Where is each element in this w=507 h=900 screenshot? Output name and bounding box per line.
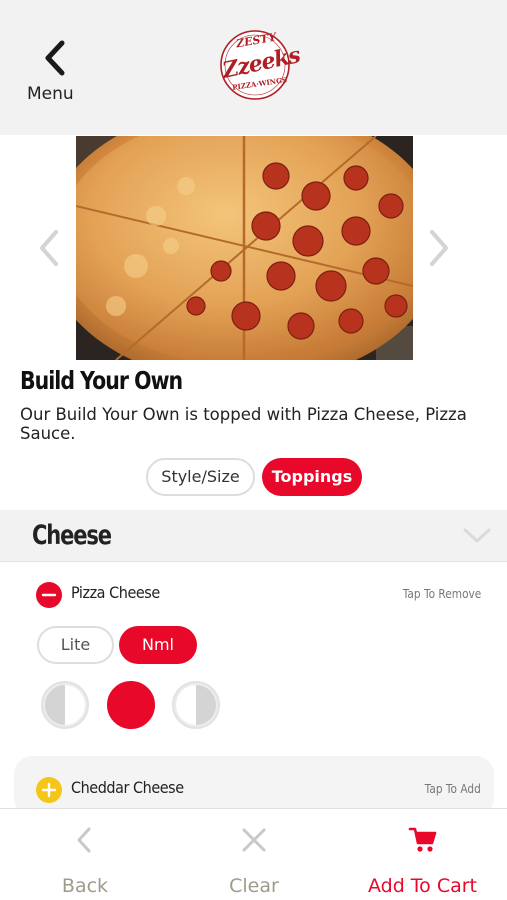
topping-row-pizza-cheese: Pizza Cheese Tap To Remove <box>0 571 507 617</box>
image-prev-button[interactable] <box>34 226 64 270</box>
tab-toppings[interactable]: Toppings <box>262 458 362 496</box>
topping-name: Cheddar Cheese <box>71 778 184 797</box>
product-image <box>76 136 413 360</box>
add-topping-button[interactable] <box>36 777 62 803</box>
chevron-down-icon <box>463 528 491 543</box>
plus-circle-icon <box>41 782 57 798</box>
topping-name: Pizza Cheese <box>71 583 160 602</box>
amount-lite-button[interactable]: Lite <box>37 626 114 664</box>
minus-circle-icon <box>41 593 57 597</box>
remove-topping-button[interactable] <box>36 582 62 608</box>
section-title: Cheese <box>32 520 112 551</box>
header: Menu ZESTY Zzeeks PIZZA·WINGS <box>0 0 507 135</box>
clear-button[interactable]: Clear <box>170 809 338 900</box>
portion-whole-button[interactable] <box>107 681 155 729</box>
back-to-menu-label: Menu <box>27 84 74 104</box>
portion-right-half-button[interactable] <box>172 681 220 729</box>
amount-normal-button[interactable]: Nml <box>119 626 197 664</box>
cart-icon <box>408 827 436 852</box>
screen: Menu ZESTY Zzeeks PIZZA·WINGS Build Your… <box>0 0 507 900</box>
back-button[interactable]: Back <box>0 809 170 900</box>
tap-to-remove-link[interactable]: Tap To Remove <box>402 587 481 601</box>
add-to-cart-button[interactable]: Add To Cart <box>338 809 507 900</box>
chevron-left-icon <box>77 827 91 853</box>
product-title: Build Your Own <box>20 366 183 395</box>
close-icon <box>242 828 266 852</box>
bottom-action-bar: Back Clear Add To Cart <box>0 808 507 900</box>
chevron-left-icon <box>45 40 65 76</box>
image-next-button[interactable] <box>424 226 454 270</box>
back-label: Back <box>61 875 109 897</box>
tab-style-size[interactable]: Style/Size <box>146 458 255 496</box>
tap-to-add-link[interactable]: Tap To Add <box>425 782 481 796</box>
left-half-icon <box>45 685 85 725</box>
clear-label: Clear <box>229 875 279 897</box>
cheese-section-header[interactable]: Cheese <box>0 510 507 562</box>
add-to-cart-label: Add To Cart <box>367 875 478 897</box>
brand-logo: ZESTY Zzeeks PIZZA·WINGS <box>218 28 302 102</box>
right-half-icon <box>176 685 216 725</box>
back-to-menu-button[interactable]: Menu <box>22 36 92 106</box>
product-description: Our Build Your Own is topped with Pizza … <box>20 405 467 443</box>
pizza-photo <box>76 136 413 360</box>
chevron-left-icon <box>40 230 58 266</box>
portion-left-half-button[interactable] <box>41 681 89 729</box>
topping-row-cheddar-cheese: Cheddar Cheese Tap To Add <box>0 766 507 812</box>
chevron-right-icon <box>430 230 448 266</box>
